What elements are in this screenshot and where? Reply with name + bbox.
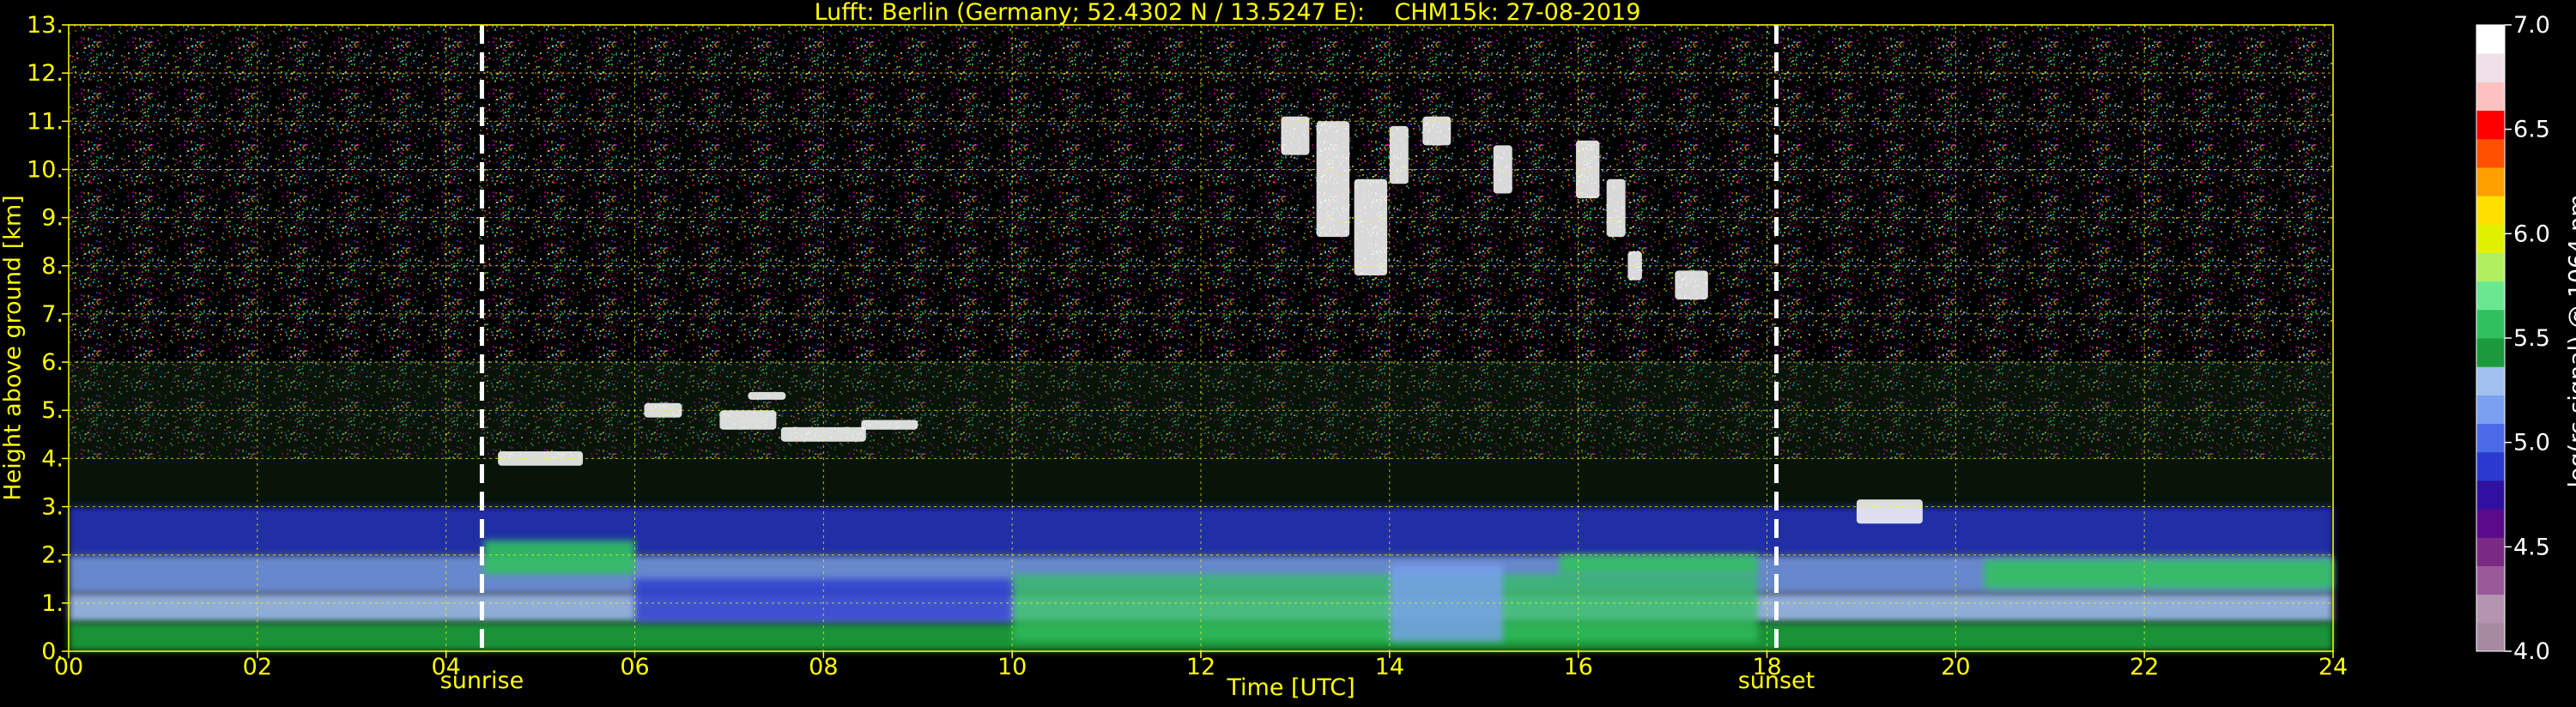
y-tick-label: 6. bbox=[41, 349, 64, 376]
y-tick-label: 13. bbox=[27, 12, 64, 39]
cloud-16 bbox=[1675, 270, 1708, 300]
cloud-0 bbox=[498, 450, 584, 466]
colorbar-segment bbox=[2476, 138, 2505, 168]
colorbar-segment bbox=[2476, 110, 2505, 140]
colorbar-segment bbox=[2476, 281, 2505, 311]
colorbar-segment bbox=[2476, 565, 2505, 595]
cloud-7 bbox=[1281, 116, 1310, 155]
aerosol-layer-6 bbox=[1559, 554, 1758, 575]
ceilometer-chart: Lufft: Berlin (Germany; 52.4302 N / 13.5… bbox=[0, 0, 2576, 707]
x-tick-label: 24 bbox=[2318, 654, 2348, 680]
x-tick-label: 08 bbox=[809, 654, 838, 680]
y-tick-label: 9. bbox=[41, 205, 64, 232]
y-tick-label: 1. bbox=[41, 590, 64, 617]
y-tick-label: 11. bbox=[27, 108, 64, 135]
cloud-6 bbox=[1856, 499, 1923, 524]
x-tick-label: 12 bbox=[1186, 654, 1215, 680]
x-tick-label: 04 bbox=[431, 654, 460, 680]
chart-svg: sunrise sunset00 02 04 06 08 10 12 14 16 18 20 22 240… bbox=[27, 12, 2550, 694]
colorbar-segment bbox=[2476, 25, 2505, 54]
colorbar-segment bbox=[2476, 166, 2505, 196]
colorbar-segment bbox=[2476, 224, 2505, 253]
colorbar-segment bbox=[2476, 338, 2505, 367]
y-tick-label: 8. bbox=[41, 253, 64, 280]
colorbar-segment bbox=[2476, 366, 2505, 396]
colorbar-segment bbox=[2476, 196, 2505, 225]
colorbar-tick-label: 6.0 bbox=[2513, 221, 2550, 247]
colorbar-segment bbox=[2476, 537, 2505, 566]
colorbar-tick-label: 6.5 bbox=[2513, 117, 2550, 143]
y-tick-label: 2. bbox=[41, 542, 64, 569]
x-tick-label: 10 bbox=[997, 654, 1027, 680]
colorbar-tick-label: 4.5 bbox=[2513, 534, 2550, 560]
colorbar-segment bbox=[2476, 594, 2505, 624]
y-tick-label: 5. bbox=[41, 397, 64, 424]
cloud-2 bbox=[719, 410, 777, 430]
colorbar-segment bbox=[2476, 423, 2505, 453]
colorbar-segment bbox=[2476, 252, 2505, 282]
colorbar-segment bbox=[2476, 451, 2505, 481]
cloud-11 bbox=[1422, 116, 1452, 146]
aerosol-layer-4 bbox=[483, 540, 635, 575]
cloud-12 bbox=[1493, 145, 1512, 194]
x-tick-label: 02 bbox=[243, 654, 272, 680]
colorbar-segment bbox=[2476, 53, 2505, 82]
x-tick-label: 16 bbox=[1563, 654, 1592, 680]
colorbar-segment bbox=[2476, 480, 2505, 510]
y-tick-label: 12. bbox=[27, 60, 64, 87]
x-tick-label: 14 bbox=[1375, 654, 1404, 680]
colorbar-tick-label: 5.0 bbox=[2513, 430, 2550, 456]
y-tick-label: 10. bbox=[27, 156, 64, 183]
y-tick-label: 3. bbox=[41, 494, 64, 521]
colorbar-segment bbox=[2476, 622, 2505, 652]
cloud-15 bbox=[1627, 251, 1642, 281]
colorbar-segment bbox=[2476, 509, 2505, 538]
cloud-9 bbox=[1354, 178, 1388, 275]
colorbar-segment bbox=[2476, 309, 2505, 339]
aerosol-layer-5 bbox=[1012, 574, 1758, 642]
cloud-8 bbox=[1316, 121, 1350, 238]
colorbar-tick-label: 5.5 bbox=[2513, 325, 2550, 352]
colorbar-tick-label: 4.0 bbox=[2513, 638, 2550, 665]
cloud-5 bbox=[861, 420, 918, 430]
colorbar-segment bbox=[2476, 82, 2505, 112]
x-tick-label: 18 bbox=[1752, 654, 1781, 680]
y-tick-label: 4. bbox=[41, 445, 64, 472]
cloud-10 bbox=[1389, 125, 1409, 184]
y-tick-label: 0. bbox=[41, 638, 64, 665]
cloud-3 bbox=[748, 391, 786, 400]
colorbar-tick-label: 7.0 bbox=[2513, 12, 2550, 39]
y-tick-label: 7. bbox=[41, 301, 64, 328]
x-tick-label: 06 bbox=[620, 654, 649, 680]
cloud-14 bbox=[1606, 178, 1626, 238]
colorbar-segment bbox=[2476, 395, 2505, 425]
aerosol-layer-7 bbox=[1984, 559, 2333, 589]
x-tick-label: 22 bbox=[2130, 654, 2159, 680]
x-tick-label: 20 bbox=[1941, 654, 1970, 680]
